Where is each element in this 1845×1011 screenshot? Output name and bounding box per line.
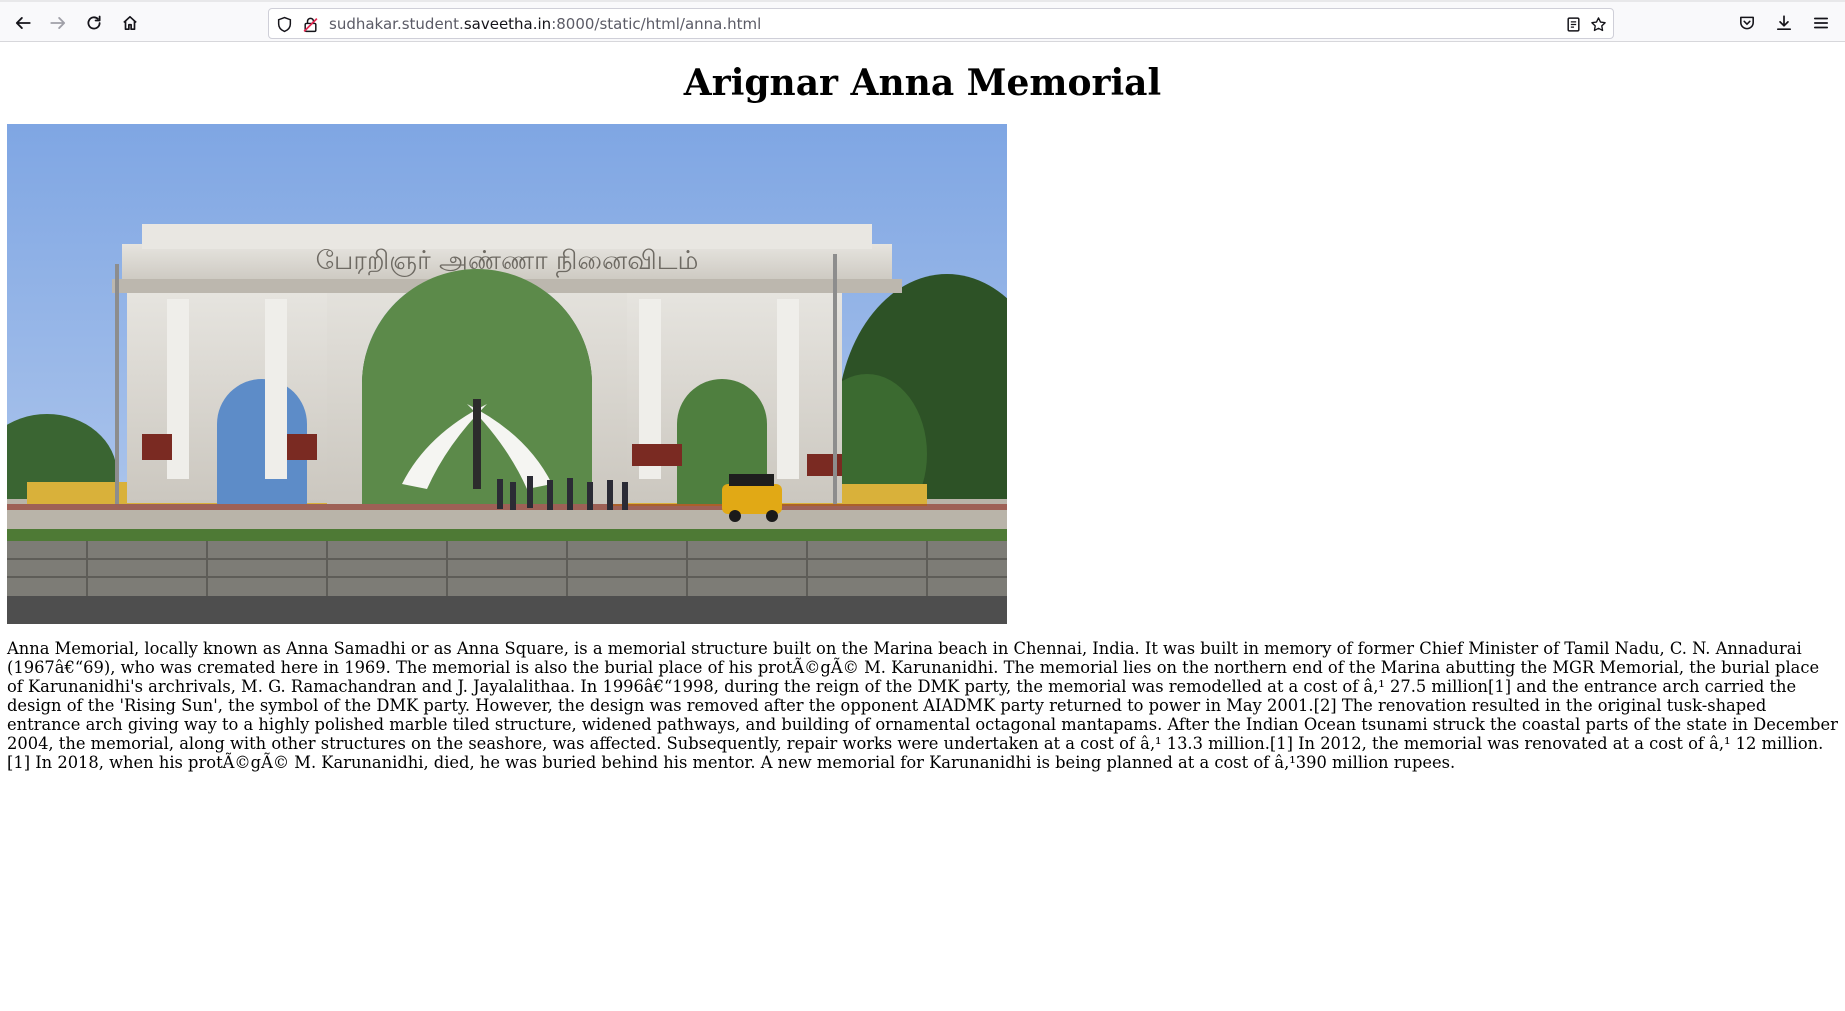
bookmark-star-icon[interactable] — [1589, 15, 1607, 33]
shield-icon[interactable] — [275, 15, 293, 33]
forward-arrow-icon — [50, 17, 66, 29]
lock-icon[interactable] — [301, 15, 319, 33]
hamburger-menu-icon — [1813, 17, 1829, 29]
app-menu-button[interactable] — [1806, 8, 1836, 38]
back-button[interactable] — [8, 8, 38, 38]
pocket-button[interactable] — [1732, 8, 1762, 38]
url-domain: saveetha.in — [463, 15, 552, 33]
back-arrow-icon — [15, 17, 31, 29]
url-bar[interactable]: sudhakar.student.saveetha.in:8000/static… — [268, 8, 1614, 39]
browser-toolbar: sudhakar.student.saveetha.in:8000/static… — [0, 0, 1845, 42]
reload-icon — [87, 15, 101, 30]
memorial-photo: பேரறிஞர் அண்ணா நினைவிடம் — [7, 124, 1007, 624]
url-text[interactable]: sudhakar.student.saveetha.in:8000/static… — [329, 15, 761, 33]
page-title: Arignar Anna Memorial — [683, 62, 1162, 104]
url-prefix: sudhakar.student. — [329, 15, 464, 33]
reader-view-icon[interactable] — [1564, 15, 1582, 33]
article-paragraph: Anna Memorial, locally known as Anna Sam… — [7, 639, 1838, 772]
anna-memorial-arch-image: பேரறிஞர் அண்ணா நினைவிடம் — [7, 124, 1007, 624]
url-suffix: :8000/static/html/anna.html — [551, 15, 762, 33]
home-button[interactable] — [115, 8, 145, 38]
reload-button[interactable] — [79, 8, 109, 38]
pocket-icon — [1740, 16, 1754, 30]
home-icon — [123, 15, 137, 31]
download-icon — [1776, 15, 1792, 31]
page-content: Arignar Anna Memorial பேரறிஞர் அண்ணா நின… — [0, 42, 1845, 1011]
forward-button[interactable] — [43, 8, 73, 38]
downloads-button[interactable] — [1769, 8, 1799, 38]
